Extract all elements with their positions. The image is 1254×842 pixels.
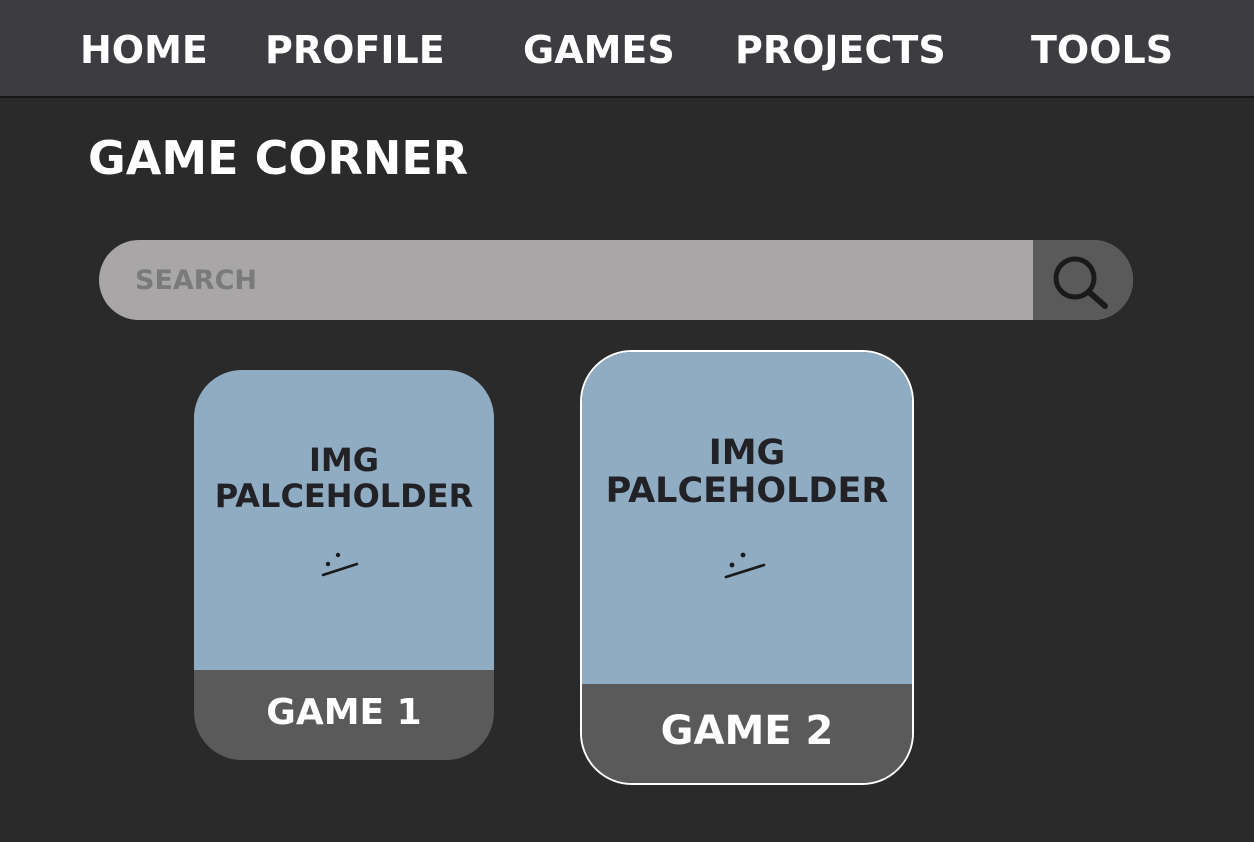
top-nav: HOME PROFILE GAMES PROJECTS TOOLS [0,0,1254,98]
game-card-1[interactable]: IMG PALCEHOLDER GAME 1 [194,370,494,760]
search-button[interactable] [1033,240,1133,320]
sad-face-icon [321,552,359,577]
nav-item-home[interactable]: HOME [80,0,208,96]
game-image-placeholder: IMG PALCEHOLDER [194,370,494,670]
image-placeholder-text: IMG PALCEHOLDER [605,433,889,511]
game-image-placeholder: IMG PALCEHOLDER [582,352,912,684]
search-icon [1053,256,1108,309]
search-bar [99,240,1133,320]
nav-item-games[interactable]: GAMES [523,0,675,96]
nav-item-profile[interactable]: PROFILE [265,0,445,96]
nav-item-projects[interactable]: PROJECTS [735,0,946,96]
image-placeholder-text: IMG PALCEHOLDER [214,441,474,515]
game-card-2[interactable]: IMG PALCEHOLDER GAME 2 [580,350,914,785]
game-title: GAME 2 [582,684,912,783]
game-title: GAME 1 [194,670,494,760]
nav-item-tools[interactable]: TOOLS [1031,0,1173,96]
sad-face-icon [724,552,766,579]
page-title: GAME CORNER [88,131,469,185]
search-input[interactable] [99,240,1033,320]
